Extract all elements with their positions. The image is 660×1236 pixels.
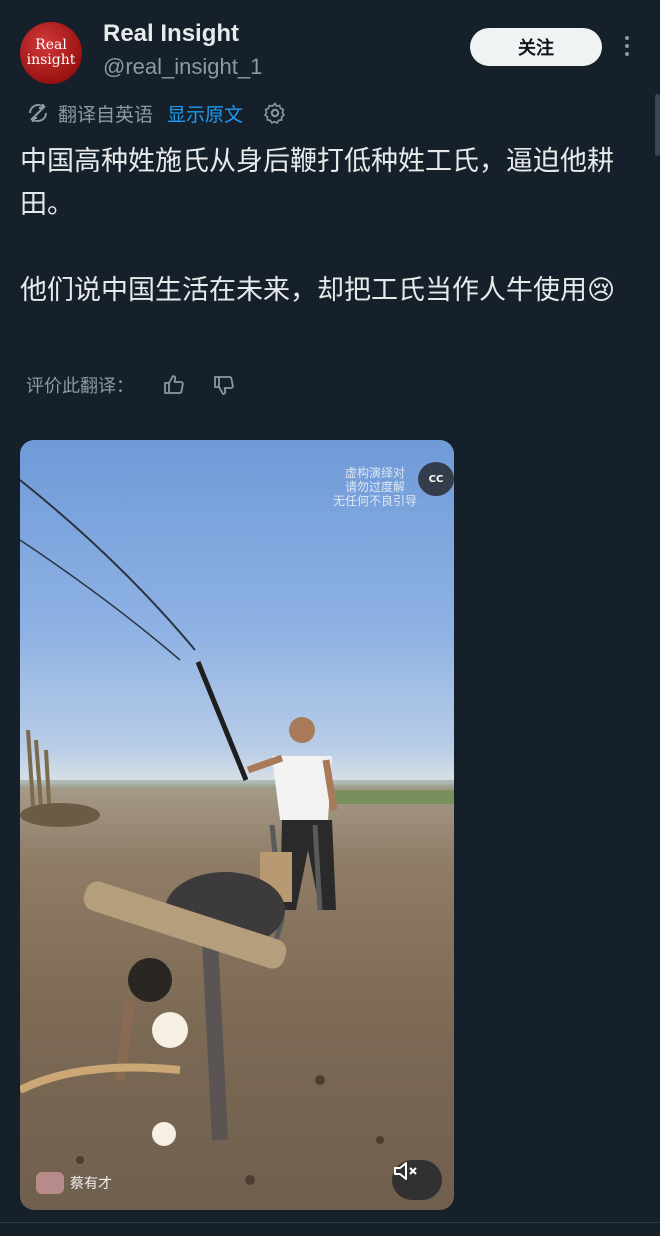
translated-from-label: 翻译自英语: [58, 103, 154, 126]
author-name[interactable]: Real Insight: [103, 20, 239, 48]
divider: [0, 1222, 660, 1223]
avatar-text-line2: insight: [26, 52, 76, 68]
translate-icon: [29, 104, 47, 122]
gear-icon[interactable]: [263, 101, 287, 125]
avatar-text-line1: Real: [35, 37, 67, 53]
video-player[interactable]: 虚构演绎对 请勿过度解 无任何不良引导 CC 蔡有才: [20, 440, 454, 1210]
scrollbar[interactable]: [655, 94, 660, 156]
author-handle[interactable]: @real_insight_1: [103, 54, 262, 80]
mute-button[interactable]: [392, 1160, 442, 1200]
captions-button[interactable]: CC: [418, 462, 454, 496]
rate-translation-label: 评价此翻译：: [26, 376, 134, 397]
thumbs-down-icon[interactable]: [212, 373, 236, 397]
thumbs-up-icon[interactable]: [162, 373, 186, 397]
speaker-muted-icon: [394, 1162, 417, 1180]
creator-name: 蔡有才: [70, 1176, 112, 1192]
rate-translation-row: 评价此翻译：: [26, 370, 236, 400]
show-original-link[interactable]: 显示原文: [167, 100, 243, 127]
video-watermark-text: 虚构演绎对 请勿过度解 无任何不良引导: [332, 466, 417, 508]
follow-button[interactable]: 关注: [470, 28, 602, 66]
translation-bar: 翻译自英语 显示原文: [26, 98, 295, 128]
more-options-icon[interactable]: [620, 36, 634, 60]
tweet-text: 中国高种姓施氏从身后鞭打低种姓工氏，逼迫他耕田。 他们说中国生活在未来，却把工氏…: [20, 146, 616, 306]
author-avatar[interactable]: Real insight: [20, 22, 82, 84]
creator-avatar: [36, 1172, 64, 1194]
video-creator: 蔡有才: [36, 1172, 112, 1194]
video-frame: [20, 479, 454, 1185]
